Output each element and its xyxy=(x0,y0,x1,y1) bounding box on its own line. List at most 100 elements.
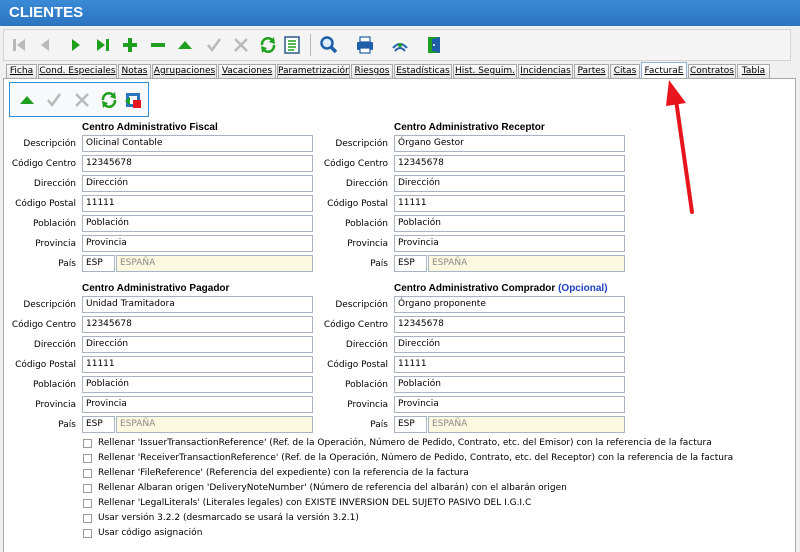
tab-riesgos[interactable]: Riesgos xyxy=(351,64,393,78)
comprador-codigo-postal-field[interactable]: 11111 xyxy=(394,356,625,373)
tab-partes[interactable]: Partes xyxy=(574,64,609,78)
tab-facturae[interactable]: FacturaE xyxy=(641,62,687,79)
tab-notas[interactable]: Notas xyxy=(118,64,151,78)
checkbox-label: Rellenar 'IssuerTransactionReference' (R… xyxy=(98,438,712,448)
prev-icon[interactable] xyxy=(34,34,56,56)
checkbox[interactable] xyxy=(83,454,92,463)
label-descripcion: Descripción xyxy=(23,300,76,310)
fiscal-codigo-postal-field[interactable]: 11111 xyxy=(82,195,313,212)
checkbox[interactable] xyxy=(83,529,92,538)
tab-vacaciones[interactable]: Vacaciones xyxy=(218,64,276,78)
label-direccion: Dirección xyxy=(345,340,388,350)
pagador-pais-code-field[interactable]: ESP xyxy=(82,416,115,433)
facturae-panel: Centro Administrativo Fiscal Descripción… xyxy=(3,78,796,552)
tab-incidencias[interactable]: Incidencias xyxy=(518,64,573,78)
label-poblacion: Población xyxy=(344,380,388,390)
fiscal-codigo-centro-field[interactable]: 12345678 xyxy=(82,155,313,172)
checkbox[interactable] xyxy=(83,439,92,448)
label-direccion: Dirección xyxy=(33,179,76,189)
comprador-pais-code-field[interactable]: ESP xyxy=(394,416,427,433)
receptor-codigo-postal-field[interactable]: 11111 xyxy=(394,195,625,212)
label-provincia: Provincia xyxy=(347,400,388,410)
checkbox[interactable] xyxy=(83,499,92,508)
cancel-icon[interactable] xyxy=(230,34,252,56)
last-icon[interactable] xyxy=(92,34,114,56)
receptor-pais-code-field[interactable]: ESP xyxy=(394,255,427,272)
receptor-descripcion-field[interactable]: Órgano Gestor xyxy=(394,135,625,152)
first-icon[interactable] xyxy=(8,34,30,56)
tab-parametrizacion[interactable]: Parametrización xyxy=(277,64,350,78)
tab-contratos[interactable]: Contratos xyxy=(688,64,736,78)
tab-hist-seguim[interactable]: Hist. Seguim. xyxy=(453,64,517,78)
label-poblacion: Población xyxy=(32,380,76,390)
exit-door-icon[interactable] xyxy=(424,34,446,56)
receptor-codigo-centro-field[interactable]: 12345678 xyxy=(394,155,625,172)
export-icon[interactable] xyxy=(122,89,144,111)
tab-agrupaciones[interactable]: Agrupaciones xyxy=(152,64,217,78)
confirm-icon[interactable] xyxy=(43,89,65,111)
pagador-poblacion-field[interactable]: Población xyxy=(82,376,313,393)
refresh-icon[interactable] xyxy=(257,34,279,56)
label-poblacion: Población xyxy=(32,219,76,229)
refresh-icon[interactable] xyxy=(98,89,120,111)
checkbox-label: Rellenar 'FileReference' (Referencia del… xyxy=(98,468,469,478)
receptor-provincia-field[interactable]: Provincia xyxy=(394,235,625,252)
fiscal-direccion-field[interactable]: Dirección xyxy=(82,175,313,192)
sub-toolbar xyxy=(9,82,149,117)
tab-cond-especiales[interactable]: Cond. Especiales xyxy=(38,64,117,78)
comprador-pais-name-field: ESPAÑA xyxy=(428,416,625,433)
receptor-direccion-field[interactable]: Dirección xyxy=(394,175,625,192)
comprador-provincia-field[interactable]: Provincia xyxy=(394,396,625,413)
toolbar-separator xyxy=(310,34,311,56)
save-icon[interactable] xyxy=(174,34,196,56)
fiscal-pais-code-field[interactable]: ESP xyxy=(82,255,115,272)
tab-estadisticas[interactable]: Estadísticas xyxy=(394,64,452,78)
pagador-pais-name-field: ESPAÑA xyxy=(116,416,313,433)
fiscal-provincia-field[interactable]: Provincia xyxy=(82,235,313,252)
pagador-direccion-field[interactable]: Dirección xyxy=(82,336,313,353)
section-title-pagador: Centro Administrativo Pagador xyxy=(82,283,230,294)
add-icon[interactable] xyxy=(119,34,141,56)
pagador-provincia-field[interactable]: Provincia xyxy=(82,396,313,413)
tab-ficha[interactable]: Ficha xyxy=(6,64,37,78)
remove-icon[interactable] xyxy=(147,34,169,56)
section-title-comprador: Centro Administrativo Comprador (Opciona… xyxy=(394,283,608,294)
label-codigo-centro: Código Centro xyxy=(323,159,388,169)
checkbox-label: Rellenar 'LegalLiterals' (Literales lega… xyxy=(98,498,532,508)
print-icon[interactable] xyxy=(354,34,376,56)
checkbox-label: Usar versión 3.2.2 (desmarcado se usará … xyxy=(98,513,359,523)
notes-icon[interactable] xyxy=(281,34,303,56)
search-icon[interactable] xyxy=(318,34,340,56)
comprador-direccion-field[interactable]: Dirección xyxy=(394,336,625,353)
comprador-codigo-centro-field[interactable]: 12345678 xyxy=(394,316,625,333)
comprador-poblacion-field[interactable]: Población xyxy=(394,376,625,393)
receptor-poblacion-field[interactable]: Población xyxy=(394,215,625,232)
label-codigo-postal: Código Postal xyxy=(327,199,388,209)
pagador-codigo-postal-field[interactable]: 11111 xyxy=(82,356,313,373)
checkbox[interactable] xyxy=(83,514,92,523)
label-provincia: Provincia xyxy=(347,239,388,249)
checkbox[interactable] xyxy=(83,484,92,493)
tab-strip: Ficha Cond. Especiales Notas Agrupacione… xyxy=(0,62,800,79)
comprador-descripcion-field[interactable]: Órgano proponente xyxy=(394,296,625,313)
signal-icon[interactable] xyxy=(389,34,411,56)
label-pais: País xyxy=(58,259,76,269)
label-codigo-centro: Código Centro xyxy=(11,159,76,169)
section-title-receptor: Centro Administrativo Receptor xyxy=(394,122,545,133)
label-descripcion: Descripción xyxy=(23,139,76,149)
label-pais: País xyxy=(58,420,76,430)
label-pais: País xyxy=(370,420,388,430)
checkbox[interactable] xyxy=(83,469,92,478)
tab-citas[interactable]: Citas xyxy=(610,64,640,78)
tab-tabla[interactable]: Tabla xyxy=(737,64,770,78)
next-icon[interactable] xyxy=(65,34,87,56)
fiscal-poblacion-field[interactable]: Población xyxy=(82,215,313,232)
up-icon[interactable] xyxy=(16,89,38,111)
fiscal-descripcion-field[interactable]: Olicinal Contable xyxy=(82,135,313,152)
pagador-codigo-centro-field[interactable]: 12345678 xyxy=(82,316,313,333)
confirm-icon[interactable] xyxy=(203,34,225,56)
pagador-descripcion-field[interactable]: Unidad Tramitadora xyxy=(82,296,313,313)
label-codigo-postal: Código Postal xyxy=(15,199,76,209)
cancel-icon[interactable] xyxy=(71,89,93,111)
section-title-fiscal: Centro Administrativo Fiscal xyxy=(82,122,218,133)
